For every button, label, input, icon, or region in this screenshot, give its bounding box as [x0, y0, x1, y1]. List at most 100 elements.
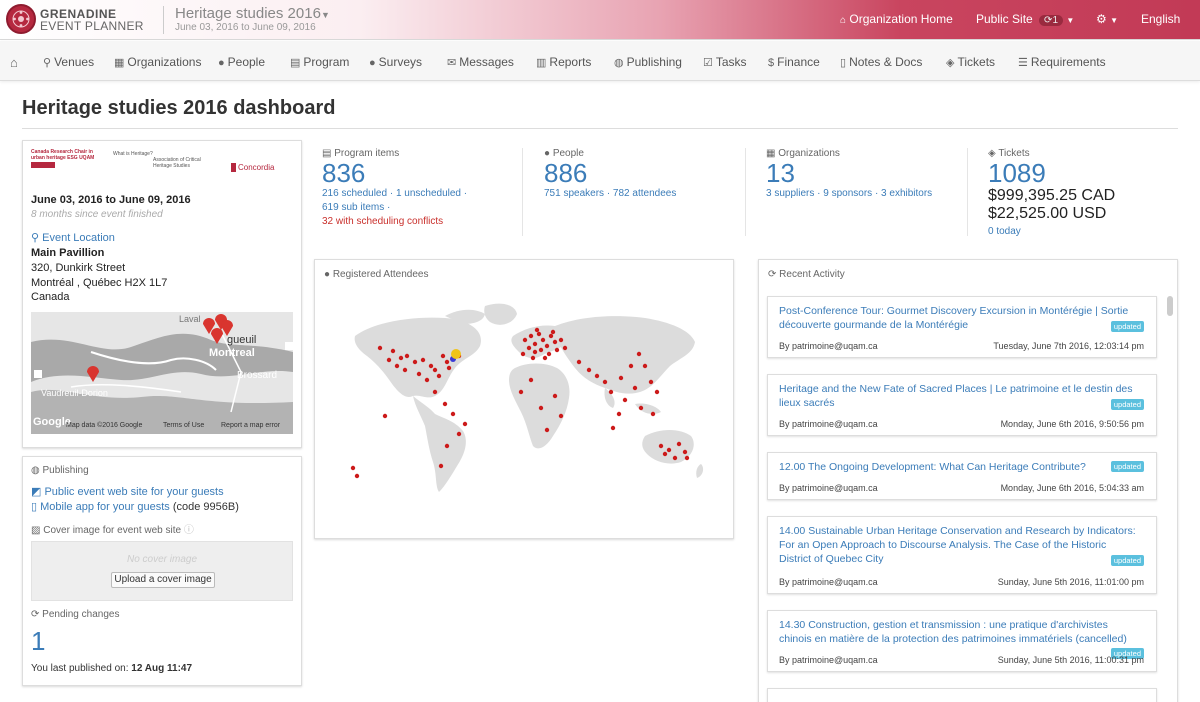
settings-menu[interactable]: ⚙ ▼ — [1096, 12, 1118, 26]
attendee-dot — [550, 329, 556, 335]
upload-cover-button[interactable]: Upload a cover image — [111, 572, 215, 588]
event-location-link[interactable]: ⚲ Event Location — [31, 231, 115, 244]
activity-title[interactable]: Heritage and the New Fate of Sacred Plac… — [779, 382, 1139, 410]
attendee-dot — [532, 349, 538, 355]
event-switcher[interactable]: Heritage studies 2016▼ — [175, 5, 330, 22]
stat-program-conflicts[interactable]: 32 with scheduling conflicts — [322, 215, 467, 229]
attendee-dot — [404, 353, 410, 359]
activity-title[interactable]: 14.30 Construction, gestion et transmiss… — [779, 618, 1139, 646]
attendee-dot — [662, 451, 668, 457]
nav-label: Reports — [549, 55, 592, 69]
nav-tickets[interactable]: ◈ Tickets — [946, 55, 995, 69]
map-label-longueuil: gueuil — [227, 334, 257, 346]
venue-city: Montréal , Québec H2X 1L7 — [31, 277, 168, 289]
activity-item[interactable]: 12.00 The Ongoing Development: What Can … — [767, 452, 1157, 500]
publishing-panel: ◍ Publishing ◩ Public event web site for… — [22, 456, 302, 686]
event-location-label: Event Location — [42, 232, 115, 244]
attendee-dot — [534, 327, 540, 333]
attendee-dot — [402, 367, 408, 373]
info-icon[interactable]: ⓘ — [184, 525, 194, 536]
nav-reports[interactable]: ▥ Reports — [536, 55, 591, 69]
nav-home[interactable]: ⌂ — [10, 55, 21, 70]
nav-label: Tasks — [715, 55, 747, 69]
activity-item[interactable]: 14.30 Construction, gestion et transmiss… — [767, 610, 1157, 672]
nav-finance[interactable]: $ Finance — [768, 55, 820, 69]
attendee-dot — [432, 367, 438, 373]
attendee-dot — [654, 389, 660, 395]
stat-people[interactable]: ● People 886 751 speakers · 782 attendee… — [544, 148, 676, 201]
activity-title[interactable]: 12.00 The Ongoing Development: What Can … — [779, 460, 1099, 474]
nav-notes-docs[interactable]: ▯ Notes & Docs — [840, 55, 922, 69]
home-icon: ⌂ — [10, 55, 18, 70]
nav-program[interactable]: ▤ Program — [290, 55, 349, 69]
sponsor-logo-achs: Association of Critical Heritage Studies — [153, 157, 201, 169]
org-home-link[interactable]: ⌂ Organization Home — [840, 12, 953, 26]
nav-requirements[interactable]: ☰ Requirements — [1018, 55, 1106, 69]
attendee-dot — [526, 345, 532, 351]
nav-organizations[interactable]: ▦ Organizations — [114, 55, 201, 69]
pending-changes-count[interactable]: 1 — [31, 627, 45, 655]
publishing-heading-text: Publishing — [42, 465, 89, 476]
map-terms-link[interactable]: Terms of Use — [163, 422, 204, 429]
attendee-dot — [610, 425, 616, 431]
world-map[interactable] — [335, 296, 715, 501]
stat-program[interactable]: ▤ Program items 836 216 scheduled · 1 un… — [322, 148, 467, 229]
nav-label: Messages — [459, 55, 514, 69]
venue-map[interactable]: Montreal gueuil Brossard Laval Vaudreuil… — [31, 312, 293, 434]
language-label: English — [1141, 12, 1181, 26]
map-report-link[interactable]: Report a map error — [221, 422, 280, 429]
attendee-dot — [650, 411, 656, 417]
activity-time: Sunday, June 5th 2016, 11:00:31 pm — [997, 655, 1144, 665]
activity-item[interactable]: 14.00 Sustainable Urban Heritage Conserv… — [767, 516, 1157, 594]
attendee-dot — [672, 455, 678, 461]
attendee-dot — [658, 443, 664, 449]
last-published: You last published on: 12 Aug 11:47 — [31, 663, 192, 674]
globe-icon: ◍ — [614, 57, 624, 69]
stat-tickets[interactable]: ◈ Tickets 1089 $999,395.25 CAD $22,525.0… — [988, 148, 1115, 239]
public-site-menu[interactable]: Public Site ⟳1 ▼ — [976, 12, 1074, 26]
attendee-dot — [432, 389, 438, 395]
recent-activity-heading-text: Recent Activity — [779, 269, 845, 280]
publishing-heading: ◍ Publishing — [31, 465, 89, 476]
attendee-dot — [518, 389, 524, 395]
image-icon: ▨ — [31, 525, 41, 536]
nav-venues[interactable]: ⚲ Venues — [43, 55, 94, 69]
pending-changes-text: Pending changes — [42, 609, 120, 620]
activity-scrollbar[interactable] — [1167, 296, 1173, 316]
last-published-prefix: You last published on: — [31, 663, 129, 674]
comment-icon: ● — [369, 57, 376, 69]
stat-people-count: 886 — [544, 158, 588, 188]
updated-badge: updated — [1110, 321, 1144, 332]
stat-divider — [522, 148, 523, 236]
sponsor-logos: Canada Research Chair in urban heritage … — [31, 149, 281, 189]
attendee-dot — [444, 443, 450, 449]
attendee-dot — [684, 455, 690, 461]
venue-country: Canada — [31, 291, 70, 303]
activity-title[interactable]: 14.00 Sustainable Urban Heritage Conserv… — [779, 524, 1139, 566]
nav-people[interactable]: ● People — [218, 55, 265, 69]
stat-divider — [967, 148, 968, 236]
public-site-link-text: Public event web site for your guests — [44, 486, 224, 498]
nav-messages[interactable]: ✉ Messages — [447, 55, 514, 69]
nav-surveys[interactable]: ● Surveys — [369, 55, 422, 69]
main-nav: ⌂ ⚲ Venues ▦ Organizations ● People ▤ Progra… — [0, 41, 1200, 81]
activity-item[interactable] — [767, 688, 1157, 702]
attendee-dot — [544, 343, 550, 349]
stat-organizations[interactable]: ▦ Organizations 13 3 suppliers · 9 spons… — [766, 148, 932, 201]
nav-publishing[interactable]: ◍ Publishing — [614, 55, 682, 69]
attendee-dot — [554, 347, 560, 353]
public-site-link[interactable]: ◩ Public event web site for your guests — [31, 485, 224, 498]
grenadine-logo-icon[interactable] — [6, 4, 36, 34]
language-menu[interactable]: English — [1141, 12, 1180, 26]
mobile-app-link[interactable]: ▯ Mobile app for your guests — [31, 501, 170, 513]
activity-item[interactable]: Heritage and the New Fate of Sacred Plac… — [767, 374, 1157, 436]
nav-label: Program — [303, 55, 350, 69]
nav-label: Requirements — [1030, 55, 1106, 69]
sponsor-logo-text: Canada Research Chair in urban heritage … — [31, 149, 95, 161]
attendee-dot — [424, 377, 430, 383]
activity-item[interactable]: Post-Conference Tour: Gourmet Discovery … — [767, 296, 1157, 358]
nav-tasks[interactable]: ☑ Tasks — [703, 55, 747, 69]
activity-title[interactable]: Post-Conference Tour: Gourmet Discovery … — [779, 304, 1139, 332]
check-icon: ☑ — [703, 57, 713, 69]
event-since: 8 months since event finished — [31, 209, 163, 220]
